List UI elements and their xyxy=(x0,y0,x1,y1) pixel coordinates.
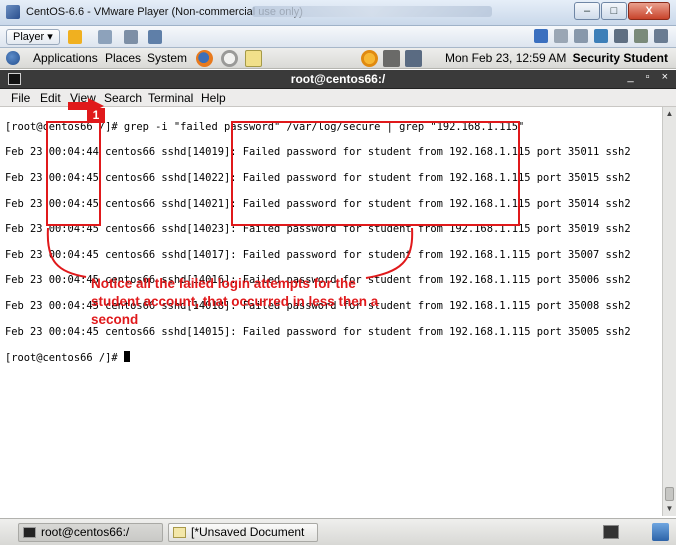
firefox-icon[interactable] xyxy=(196,50,213,67)
message-icon[interactable] xyxy=(654,29,668,43)
terminal-prompt: [root@centos66 /]# xyxy=(5,352,124,365)
vmware-titlebar: CentOS-6.6 - VMware Player (Non-commerci… xyxy=(0,0,676,26)
scroll-up-arrow-icon[interactable]: ▲ xyxy=(665,109,674,118)
menu-file[interactable]: File xyxy=(11,91,30,105)
places-menu[interactable]: Places xyxy=(105,51,141,65)
annotation-message-box xyxy=(231,121,520,226)
taskbar-item-gedit[interactable]: [*Unsaved Document ... xyxy=(168,523,318,545)
gnome-top-panel: Applications Places System Mon Feb 23, 1… xyxy=(0,48,676,69)
terminal-prompt-line: [root@centos66 /]# xyxy=(5,351,631,365)
terminal-title: root@centos66:/ xyxy=(290,72,386,86)
close-button[interactable]: X xyxy=(628,2,670,20)
network-manager-icon[interactable] xyxy=(405,50,422,67)
gnome-bottom-panel: root@centos66:/ [*Unsaved Document ... xyxy=(0,518,676,545)
fullscreen-icon[interactable] xyxy=(124,30,138,44)
scroll-down-arrow-icon[interactable]: ▼ xyxy=(665,504,674,513)
pause-icon[interactable] xyxy=(68,30,82,44)
floppy-icon[interactable] xyxy=(574,29,588,43)
scrollbar-thumb[interactable] xyxy=(665,487,674,501)
vmware-window-buttons: – □ X xyxy=(574,2,670,20)
log-line: Feb 23 00:04:45 centos66 sshd[14017]: Fa… xyxy=(5,248,631,261)
update-notifier-icon[interactable] xyxy=(361,50,378,67)
device-icons xyxy=(534,29,668,43)
vmware-app-icon xyxy=(6,5,20,19)
terminal-maximize-button[interactable]: ▫ xyxy=(646,71,650,83)
evolution-mail-icon[interactable] xyxy=(221,50,238,67)
taskbar-item-terminal[interactable]: root@centos66:/ xyxy=(18,523,163,542)
printer-icon[interactable] xyxy=(614,29,628,43)
cd-icon[interactable] xyxy=(554,29,568,43)
terminal-menubar: File Edit View Search Terminal Help xyxy=(0,89,676,107)
menu-help[interactable]: Help xyxy=(201,91,226,105)
annotation-step-badge: 1 xyxy=(87,108,105,123)
menu-terminal[interactable]: Terminal xyxy=(148,91,193,105)
minimize-button[interactable]: – xyxy=(574,2,600,20)
workspace-switcher-icon[interactable] xyxy=(652,523,669,541)
network-icon[interactable] xyxy=(534,29,548,43)
annotation-note: Notice all the failed login attempts for… xyxy=(91,276,379,327)
terminal-icon xyxy=(23,527,36,538)
panel-clock[interactable]: Mon Feb 23, 12:59 AM xyxy=(445,51,566,65)
menu-edit[interactable]: Edit xyxy=(40,91,61,105)
annotation-timestamp-box xyxy=(46,121,101,226)
gnome-foot-icon xyxy=(6,51,20,65)
terminal-minimize-button[interactable]: _ xyxy=(628,71,634,83)
send-ctrl-alt-del-icon[interactable] xyxy=(98,30,112,44)
maximize-button[interactable]: □ xyxy=(601,2,627,20)
system-menu[interactable]: System xyxy=(147,51,187,65)
terminal-titlebar: root@centos66:/ _ ▫ × xyxy=(0,70,676,89)
usb-icon[interactable] xyxy=(594,29,608,43)
taskbar-item-label: [*Unsaved Document ... xyxy=(191,525,305,545)
volume-icon[interactable] xyxy=(383,50,400,67)
text-editor-icon xyxy=(173,527,186,538)
sound-icon[interactable] xyxy=(634,29,648,43)
applications-menu[interactable]: Applications xyxy=(33,51,98,65)
player-menu-button[interactable]: Player ▾ xyxy=(6,29,60,45)
vmware-toolbar: Player ▾ xyxy=(0,26,676,48)
text-cursor xyxy=(123,351,130,363)
menu-view[interactable]: View xyxy=(70,91,96,105)
terminal-window-buttons: _ ▫ × xyxy=(628,71,668,83)
user-menu[interactable]: Security Student xyxy=(573,51,668,65)
terminal-close-button[interactable]: × xyxy=(662,71,668,83)
unity-icon[interactable] xyxy=(148,30,162,44)
text-editor-icon[interactable] xyxy=(245,50,262,67)
menu-search[interactable]: Search xyxy=(104,91,142,105)
terminal-scrollbar[interactable]: ▲ ▼ xyxy=(662,107,676,516)
blurred-path-region xyxy=(252,6,492,17)
show-desktop-icon[interactable] xyxy=(603,525,619,539)
taskbar-item-label: root@centos66:/ xyxy=(41,525,130,539)
